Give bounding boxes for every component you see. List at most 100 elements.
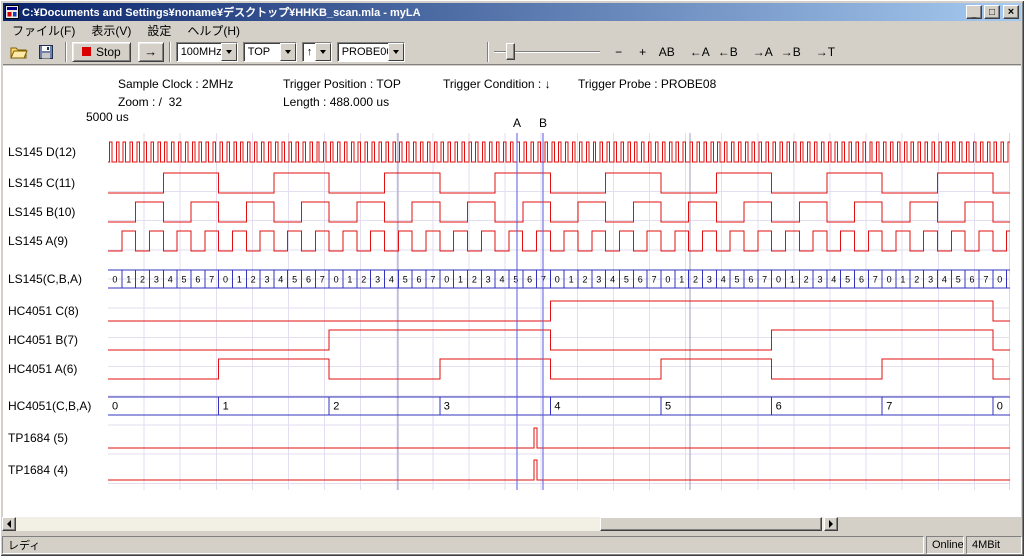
window-controls: _ □ × bbox=[966, 5, 1019, 19]
svg-text:4: 4 bbox=[278, 275, 283, 285]
svg-text:5: 5 bbox=[845, 275, 850, 285]
trigger-probe-select[interactable]: PROBE00 bbox=[337, 42, 405, 62]
goto-a-left-button[interactable]: ←A bbox=[686, 41, 714, 63]
run-button[interactable]: → bbox=[138, 42, 164, 62]
sample-rate-select[interactable]: 100MHz bbox=[176, 42, 238, 62]
goto-a-right-button[interactable]: →A bbox=[749, 41, 777, 63]
svg-text:7: 7 bbox=[886, 401, 892, 413]
svg-text:2: 2 bbox=[140, 275, 145, 285]
svg-text:4: 4 bbox=[389, 275, 394, 285]
chevron-down-icon[interactable] bbox=[221, 43, 237, 61]
chevron-down-icon[interactable] bbox=[280, 43, 296, 61]
goto-b-left-button[interactable]: ←B bbox=[714, 41, 742, 63]
signal-label: HC4051 B(7) bbox=[8, 333, 78, 347]
marker-a-label[interactable]: A bbox=[513, 116, 521, 130]
signal-label: LS145(C,B,A) bbox=[8, 272, 82, 286]
sample-clock-text: Sample Clock : 2MHz bbox=[118, 77, 233, 91]
scroll-left-button[interactable] bbox=[2, 517, 16, 531]
svg-text:7: 7 bbox=[320, 275, 325, 285]
zoom-text: Zoom : / 32 bbox=[118, 95, 182, 109]
svg-text:6: 6 bbox=[417, 275, 422, 285]
save-floppy-icon bbox=[39, 45, 53, 59]
svg-text:7: 7 bbox=[873, 275, 878, 285]
menu-item-settings[interactable]: 設定 bbox=[139, 21, 179, 40]
trigger-edge-select[interactable]: ↑ bbox=[302, 42, 332, 62]
menu-item-help[interactable]: ヘルプ(H) bbox=[179, 21, 248, 40]
svg-text:4: 4 bbox=[610, 275, 615, 285]
svg-text:4: 4 bbox=[721, 275, 726, 285]
svg-text:0: 0 bbox=[444, 275, 449, 285]
svg-text:3: 3 bbox=[817, 275, 822, 285]
signal-label: HC4051 C(8) bbox=[8, 304, 79, 318]
maximize-button[interactable]: □ bbox=[984, 5, 1000, 19]
zoom-slider[interactable] bbox=[494, 41, 600, 63]
stop-button[interactable]: Stop bbox=[72, 42, 131, 62]
scroll-right-button[interactable] bbox=[824, 517, 838, 531]
waveform-plot[interactable]: 0123456701234567012345670123456701234567… bbox=[108, 133, 1010, 490]
svg-text:6: 6 bbox=[776, 401, 782, 413]
horizontal-scrollbar[interactable] bbox=[2, 517, 838, 531]
svg-text:4: 4 bbox=[500, 275, 505, 285]
svg-text:2: 2 bbox=[914, 275, 919, 285]
marker-b-label[interactable]: B bbox=[539, 116, 547, 130]
chevron-down-icon[interactable] bbox=[315, 43, 331, 61]
run-arrow-icon: → bbox=[144, 44, 157, 59]
app-icon[interactable] bbox=[5, 5, 19, 19]
svg-text:1: 1 bbox=[223, 401, 229, 413]
open-button[interactable] bbox=[6, 41, 32, 63]
toolbar-separator bbox=[487, 42, 489, 62]
svg-text:7: 7 bbox=[983, 275, 988, 285]
close-button[interactable]: × bbox=[1003, 5, 1019, 19]
save-button[interactable] bbox=[34, 41, 58, 63]
status-memory: 4MBit bbox=[966, 536, 1022, 554]
sample-rate-value: 100MHz bbox=[177, 43, 221, 61]
trigger-probe-value: PROBE00 bbox=[338, 43, 388, 61]
zoom-in-button[interactable]: + bbox=[631, 41, 655, 63]
svg-text:2: 2 bbox=[361, 275, 366, 285]
svg-text:0: 0 bbox=[555, 275, 560, 285]
svg-text:3: 3 bbox=[928, 275, 933, 285]
svg-text:5: 5 bbox=[665, 401, 671, 413]
svg-text:4: 4 bbox=[168, 275, 173, 285]
goto-trigger-button[interactable]: →T bbox=[812, 41, 839, 63]
status-ready: レディ bbox=[2, 536, 924, 554]
svg-text:3: 3 bbox=[264, 275, 269, 285]
close-icon: × bbox=[1008, 8, 1014, 17]
svg-text:2: 2 bbox=[333, 401, 339, 413]
minimize-button[interactable]: _ bbox=[966, 5, 982, 19]
svg-text:1: 1 bbox=[790, 275, 795, 285]
chevron-down-icon[interactable] bbox=[388, 43, 404, 61]
signal-label: HC4051 A(6) bbox=[8, 362, 77, 376]
svg-text:6: 6 bbox=[859, 275, 864, 285]
trigger-position-select[interactable]: TOP bbox=[243, 42, 297, 62]
svg-text:1: 1 bbox=[126, 275, 131, 285]
svg-text:1: 1 bbox=[347, 275, 352, 285]
menu-bar: ファイル(F) 表示(V) 設定 ヘルプ(H) bbox=[3, 21, 1021, 39]
trigger-edge-value: ↑ bbox=[303, 43, 315, 61]
zoom-out-button[interactable]: − bbox=[607, 41, 631, 63]
triangle-left-icon bbox=[3, 520, 11, 528]
ab-marker-button[interactable]: AB bbox=[655, 41, 679, 63]
menu-item-view[interactable]: 表示(V) bbox=[83, 21, 139, 40]
maximize-icon: □ bbox=[989, 8, 995, 17]
waveform-svg: 0123456701234567012345670123456701234567… bbox=[108, 133, 1010, 490]
svg-text:6: 6 bbox=[195, 275, 200, 285]
zoom-slider-thumb[interactable] bbox=[506, 43, 515, 60]
svg-text:4: 4 bbox=[942, 275, 947, 285]
signal-label: HC4051(C,B,A) bbox=[8, 399, 91, 413]
svg-text:7: 7 bbox=[430, 275, 435, 285]
svg-text:5: 5 bbox=[513, 275, 518, 285]
scrollbar-thumb[interactable] bbox=[600, 517, 822, 531]
goto-b-right-button[interactable]: →B bbox=[777, 41, 805, 63]
menu-item-file[interactable]: ファイル(F) bbox=[4, 21, 83, 40]
signal-label: LS145 A(9) bbox=[8, 234, 68, 248]
svg-text:6: 6 bbox=[527, 275, 532, 285]
status-online: Online bbox=[926, 536, 964, 554]
svg-text:3: 3 bbox=[596, 275, 601, 285]
triangle-right-icon bbox=[829, 520, 837, 528]
svg-text:0: 0 bbox=[112, 401, 118, 413]
svg-text:7: 7 bbox=[652, 275, 657, 285]
svg-text:3: 3 bbox=[707, 275, 712, 285]
stop-icon bbox=[82, 47, 91, 56]
svg-text:6: 6 bbox=[306, 275, 311, 285]
